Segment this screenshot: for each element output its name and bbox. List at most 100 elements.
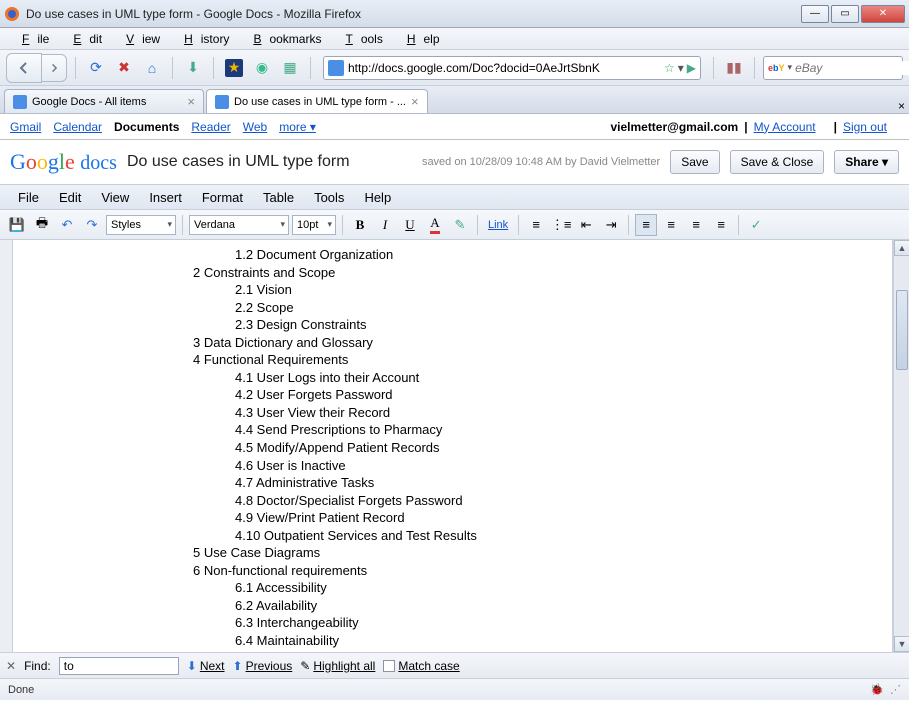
search-input[interactable]	[795, 61, 909, 75]
home-icon[interactable]: ⌂	[143, 59, 161, 77]
bold-icon[interactable]: B	[349, 214, 371, 236]
ff-menu-tools[interactable]: Tools	[329, 30, 390, 48]
outline-item[interactable]: 6.1 Accessibility	[235, 579, 812, 597]
save-icon[interactable]: 💾	[6, 214, 28, 236]
undo-icon[interactable]: ↶	[56, 214, 78, 236]
spellcheck-icon[interactable]: ✓	[745, 214, 767, 236]
outline-item[interactable]: 4.10 Outpatient Services and Test Result…	[235, 527, 812, 545]
align-right-icon[interactable]: ≡	[685, 214, 707, 236]
outline-item[interactable]: 6.3 Interchangeability	[235, 614, 812, 632]
outline-item[interactable]: 4.6 User is Inactive	[235, 457, 812, 475]
download-icon[interactable]: ⬇	[184, 59, 202, 77]
outline-item[interactable]: 2.2 Scope	[235, 299, 812, 317]
print-icon[interactable]: 🖶	[31, 214, 53, 236]
styles-select[interactable]: Styles	[106, 215, 176, 235]
gd-nav-documents[interactable]: Documents	[114, 120, 179, 134]
docs-menu-file[interactable]: File	[8, 187, 49, 208]
italic-icon[interactable]: I	[374, 214, 396, 236]
find-input[interactable]	[59, 657, 179, 675]
outline-item[interactable]: 4.4 Send Prescriptions to Pharmacy	[235, 421, 812, 439]
go-icon[interactable]: ▶	[687, 61, 696, 75]
scroll-down-icon[interactable]: ▼	[894, 636, 909, 652]
outline-item[interactable]: 4.8 Doctor/Specialist Forgets Password	[235, 492, 812, 510]
back-button[interactable]	[6, 53, 42, 83]
globe-icon[interactable]: ◉	[253, 59, 271, 77]
align-justify-icon[interactable]: ≡	[710, 214, 732, 236]
highlight-icon[interactable]: ✎	[449, 214, 471, 236]
scroll-up-icon[interactable]: ▲	[894, 240, 909, 256]
highlight-all-button[interactable]: ✎ Highlight all	[300, 659, 375, 673]
browser-tab[interactable]: Do use cases in UML type form - ... ×	[206, 89, 428, 113]
outline-item[interactable]: 4.3 User View their Record	[235, 404, 812, 422]
docs-menu-edit[interactable]: Edit	[49, 187, 91, 208]
docs-menu-tools[interactable]: Tools	[304, 187, 354, 208]
docs-menu-table[interactable]: Table	[253, 187, 304, 208]
my-account-link[interactable]: My Account	[754, 120, 816, 134]
bookmark-page-icon[interactable]: ☆	[664, 61, 675, 75]
doc-title[interactable]: Do use cases in UML type form	[127, 153, 350, 171]
numbered-list-icon[interactable]: ≡	[525, 214, 547, 236]
font-select[interactable]: Verdana	[189, 215, 289, 235]
forward-button[interactable]	[41, 54, 67, 82]
outline-item[interactable]: 4.2 User Forgets Password	[235, 386, 812, 404]
redo-icon[interactable]: ↷	[81, 214, 103, 236]
ff-menu-bookmarks[interactable]: Bookmarks	[237, 30, 329, 48]
find-next-button[interactable]: ⬇ Next	[187, 659, 225, 673]
size-select[interactable]: 10pt	[292, 215, 336, 235]
share-button[interactable]: Share ▾	[834, 150, 899, 174]
close-all-tabs-icon[interactable]: ×	[898, 99, 905, 113]
align-center-icon[interactable]: ≡	[660, 214, 682, 236]
url-input[interactable]	[348, 61, 664, 75]
outline-item[interactable]: 6 Non-functional requirements	[193, 562, 812, 580]
close-findbar-icon[interactable]: ✕	[6, 659, 16, 673]
save-button[interactable]: Save	[670, 150, 719, 174]
gd-nav-more[interactable]: more ▾	[279, 120, 316, 134]
save-close-button[interactable]: Save & Close	[730, 150, 825, 174]
indent-icon[interactable]: ⇥	[600, 214, 622, 236]
scroll-thumb[interactable]	[896, 290, 908, 370]
resize-grip-icon[interactable]: ⋰	[890, 683, 901, 696]
outdent-icon[interactable]: ⇤	[575, 214, 597, 236]
calendar-icon[interactable]: ▦	[281, 59, 299, 77]
sign-out-link[interactable]: Sign out	[843, 120, 887, 134]
minimize-button[interactable]: —	[801, 5, 829, 23]
outline-item[interactable]: 2.3 Design Constraints	[235, 316, 812, 334]
align-left-icon[interactable]: ≡	[635, 214, 657, 236]
maximize-button[interactable]: ▭	[831, 5, 859, 23]
close-window-button[interactable]: ✕	[861, 5, 905, 23]
outline-item[interactable]: 4.9 View/Print Patient Record	[235, 509, 812, 527]
outline-item[interactable]: 6.4 Maintainability	[235, 632, 812, 650]
outline-item[interactable]: 1.2 Document Organization	[235, 246, 812, 264]
document-page[interactable]: 1.2 Document Organization2 Constraints a…	[12, 240, 893, 652]
outline-item[interactable]: 2.1 Vision	[235, 281, 812, 299]
gd-nav-gmail[interactable]: Gmail	[10, 120, 41, 134]
outline-item[interactable]: 6.2 Availability	[235, 597, 812, 615]
ff-menu-help[interactable]: Help	[391, 30, 448, 48]
firebug-icon[interactable]: 🐞	[870, 683, 884, 696]
link-icon[interactable]: Link	[484, 214, 512, 236]
gd-nav-calendar[interactable]: Calendar	[53, 120, 102, 134]
docs-menu-format[interactable]: Format	[192, 187, 253, 208]
gd-nav-reader[interactable]: Reader	[191, 120, 230, 134]
outline-item[interactable]: 6.5 Recoverability	[235, 650, 812, 652]
search-box[interactable]: ebY ▾ 🔍	[763, 56, 903, 80]
url-bar[interactable]: ☆ ▾ ▶	[323, 56, 701, 80]
close-tab-icon[interactable]: ×	[411, 94, 419, 109]
outline-item[interactable]: 5 Use Case Diagrams	[193, 544, 812, 562]
find-previous-button[interactable]: ⬆ Previous	[233, 659, 293, 673]
ff-menu-file[interactable]: File	[6, 30, 57, 48]
outline-item[interactable]: 2 Constraints and Scope	[193, 264, 812, 282]
vertical-scrollbar[interactable]: ▲ ▼	[893, 240, 909, 652]
bookmark-star-icon[interactable]: ★	[225, 59, 243, 77]
ff-menu-history[interactable]: History	[168, 30, 237, 48]
docs-menu-help[interactable]: Help	[354, 187, 401, 208]
outline-item[interactable]: 4 Functional Requirements	[193, 351, 812, 369]
text-color-icon[interactable]: A	[424, 214, 446, 236]
close-tab-icon[interactable]: ×	[187, 94, 195, 109]
browser-tab[interactable]: Google Docs - All items ×	[4, 89, 204, 113]
match-case-checkbox[interactable]: Match case	[383, 659, 459, 673]
ff-menu-view[interactable]: View	[110, 30, 168, 48]
search-engine-dropdown-icon[interactable]: ▾	[788, 62, 793, 73]
reload-icon[interactable]: ⟳	[87, 59, 105, 77]
outline-item[interactable]: 3 Data Dictionary and Glossary	[193, 334, 812, 352]
